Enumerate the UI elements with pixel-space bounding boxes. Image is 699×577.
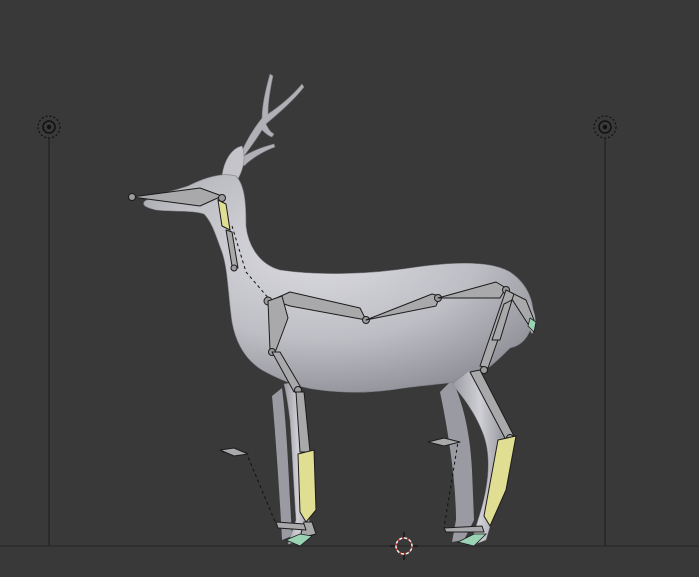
ik-line-front — [222, 451, 277, 525]
lamp-empty-right[interactable] — [593, 115, 617, 546]
antler — [237, 73, 305, 167]
lamp-empty-left[interactable] — [37, 115, 61, 546]
bone-back-ik — [443, 525, 485, 533]
joint-neck — [230, 264, 238, 272]
viewport-scene[interactable] — [0, 0, 699, 577]
3d-viewport[interactable] — [0, 0, 699, 577]
bone-front-pole — [219, 447, 249, 457]
bone-front-cannon-selected — [297, 449, 317, 523]
joint-nose — [128, 193, 136, 201]
deer-body — [143, 174, 534, 393]
